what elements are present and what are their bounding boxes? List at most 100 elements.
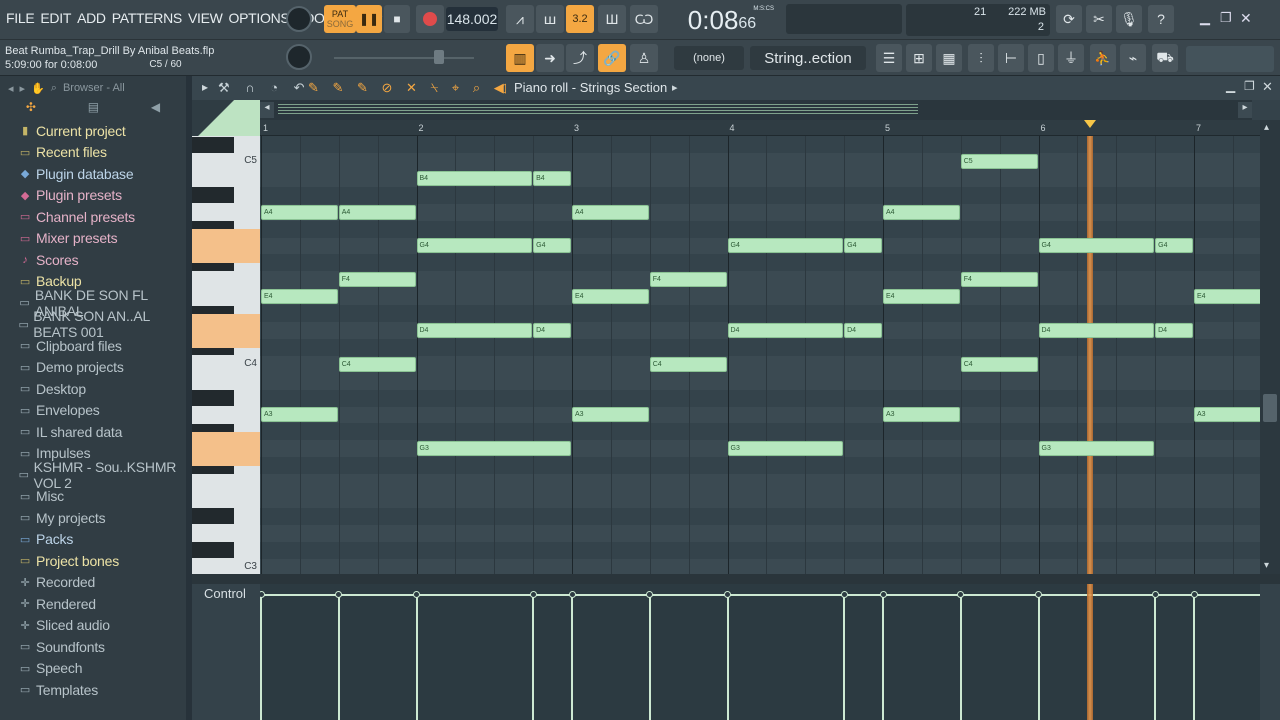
record-button[interactable]	[416, 5, 444, 33]
play-arrow-icon[interactable]: ▸	[202, 80, 208, 94]
menu-file[interactable]: FILE	[6, 10, 35, 26]
note[interactable]: G4	[727, 238, 844, 254]
scroll-down[interactable]: ▾	[1264, 560, 1269, 571]
note[interactable]: A3	[261, 407, 338, 423]
browser-item[interactable]: ▭ Packs	[0, 529, 186, 551]
wait-input-button[interactable]: ꟺ	[536, 5, 564, 33]
arrow-right-icon[interactable]: ▸	[20, 82, 26, 95]
browser-item[interactable]: ▭ Envelopes	[0, 400, 186, 422]
velocity-handle[interactable]	[529, 591, 537, 598]
help-button[interactable]: ?	[1148, 5, 1174, 33]
velocity-stem[interactable]	[882, 594, 884, 720]
velocity-stem[interactable]	[648, 594, 651, 720]
menu-patterns[interactable]: PATTERNS	[112, 10, 183, 26]
velocity-handle[interactable]	[568, 591, 576, 598]
note[interactable]: E4	[261, 289, 338, 305]
master-slider[interactable]	[334, 57, 474, 59]
black-key[interactable]	[192, 390, 234, 406]
menu-edit[interactable]: EDIT	[40, 10, 71, 26]
arrow-button[interactable]: ➜	[536, 44, 564, 72]
pause-button[interactable]: ❚❚	[356, 5, 382, 33]
browser-item[interactable]: ✛ Rendered	[0, 593, 186, 615]
tool-button-1[interactable]: ☰	[876, 44, 902, 72]
timeline-ruler[interactable]: 1 2 3 4 5 6 7	[260, 120, 1260, 136]
tool-button-4[interactable]: ⫶	[968, 44, 994, 72]
note[interactable]: E4	[572, 289, 649, 305]
note[interactable]: G3	[1038, 441, 1155, 457]
tool-button-8[interactable]: ⛹	[1090, 44, 1116, 72]
velocity-handle[interactable]	[840, 591, 848, 598]
velocity-stem[interactable]	[1193, 594, 1195, 720]
speaker-icon[interactable]: ◀	[151, 100, 160, 120]
restore-icon[interactable]: ❐	[1244, 79, 1255, 93]
black-key[interactable]	[192, 542, 234, 559]
velocity-stem[interactable]	[260, 594, 262, 720]
piano-keyboard[interactable]: C5 C4 C3	[192, 136, 260, 574]
scroll-thumb[interactable]	[1263, 394, 1277, 422]
note[interactable]: G4	[1038, 238, 1155, 254]
master-pitch-knob[interactable]	[286, 44, 312, 70]
tool-button-9[interactable]: ⌁	[1120, 44, 1146, 72]
active-key[interactable]	[192, 313, 260, 348]
minimize-window-button[interactable]: ▁	[1200, 10, 1210, 26]
velocity-handle[interactable]	[879, 591, 887, 598]
tool-button-5[interactable]: ⊢	[998, 44, 1024, 72]
playhead-marker[interactable]	[1083, 120, 1096, 128]
note[interactable]: E4	[883, 289, 960, 305]
overview-scroll-right[interactable]: ▸	[1238, 102, 1252, 118]
note[interactable]: D4	[1155, 322, 1193, 338]
song-time-display[interactable]: 0:08 66 M:S:CS	[664, 4, 780, 36]
black-key[interactable]	[192, 508, 234, 525]
velocity-handle[interactable]	[646, 591, 654, 598]
velocity-handle[interactable]	[1035, 591, 1042, 598]
note[interactable]: A4	[572, 204, 649, 220]
arrow-left-icon[interactable]: ◂	[8, 82, 14, 95]
velocity-stem[interactable]	[1037, 594, 1040, 720]
note[interactable]: C4	[338, 356, 416, 372]
browser-item[interactable]: ✛ Sliced audio	[0, 615, 186, 637]
curve-button[interactable]: ⤴	[566, 44, 594, 72]
velocity-handle[interactable]	[1151, 591, 1159, 598]
browser-item[interactable]: ▭ Recent files	[0, 142, 186, 164]
browser-item[interactable]: ◆ Plugin database	[0, 163, 186, 185]
control-label[interactable]: Control	[204, 586, 246, 601]
hand-icon[interactable]: ✋	[31, 82, 45, 95]
note[interactable]: G3	[727, 441, 844, 457]
browser-item[interactable]: ▭ KSHMR - Sou..KSHMR VOL 2	[0, 459, 186, 491]
pattern-overview[interactable]: ◂ ▸	[260, 100, 1252, 120]
velocity-handle[interactable]	[260, 591, 265, 598]
stamp-button[interactable]: ♙	[630, 44, 658, 72]
active-key[interactable]	[192, 229, 260, 264]
menu-options[interactable]: OPTIONS	[229, 10, 290, 26]
note[interactable]: B4	[416, 170, 533, 186]
active-key[interactable]	[192, 432, 260, 467]
note[interactable]: D4	[416, 322, 533, 338]
tools-icons[interactable]: ⚒ ∩ ◔ ↶	[218, 80, 311, 96]
step-edit-button[interactable]: Ш	[598, 5, 626, 33]
note[interactable]: C4	[960, 356, 1038, 372]
velocity-lane[interactable]	[260, 584, 1260, 720]
browser-item[interactable]: ▭ Demo projects	[0, 357, 186, 379]
velocity-stem[interactable]	[415, 594, 418, 720]
tool-button-3[interactable]: ▦	[936, 44, 962, 72]
note-grid[interactable]: C5 B4 B4 A4 A4 A4 A4 G4 G4 G4 G4 G4 G4 F4 F4 F4 E4 E4 E4 E4…	[260, 136, 1260, 574]
metronome-button[interactable]: ⩘	[506, 5, 534, 33]
velocity-stem[interactable]	[337, 594, 340, 720]
edit-tools-icons[interactable]: ✎ ✎ ✎ ⊘ ✕ ⍀ ⌖ ⌕ ◀	[308, 80, 509, 96]
tempo-display[interactable]: 148.002	[446, 7, 498, 31]
mic-button[interactable]: 🎙	[1116, 5, 1142, 33]
tool-button-6[interactable]: ▯	[1028, 44, 1054, 72]
note[interactable]: A3	[572, 407, 649, 423]
note[interactable]: F4	[960, 272, 1038, 288]
loop-record-button[interactable]: Ѡ	[630, 5, 658, 33]
control-splitter[interactable]	[192, 574, 1280, 584]
menu-view[interactable]: VIEW	[188, 10, 223, 26]
note[interactable]: G4	[416, 238, 533, 254]
snap-selector[interactable]: (none)	[674, 46, 744, 70]
browser-item[interactable]: ▭ Soundfonts	[0, 636, 186, 658]
note[interactable]: G4	[533, 238, 571, 254]
velocity-handle[interactable]	[957, 591, 965, 598]
vertical-scrollbar[interactable]: ▴ ▾	[1260, 120, 1280, 574]
velocity-stem[interactable]	[571, 594, 573, 720]
note[interactable]: A4	[883, 204, 960, 220]
